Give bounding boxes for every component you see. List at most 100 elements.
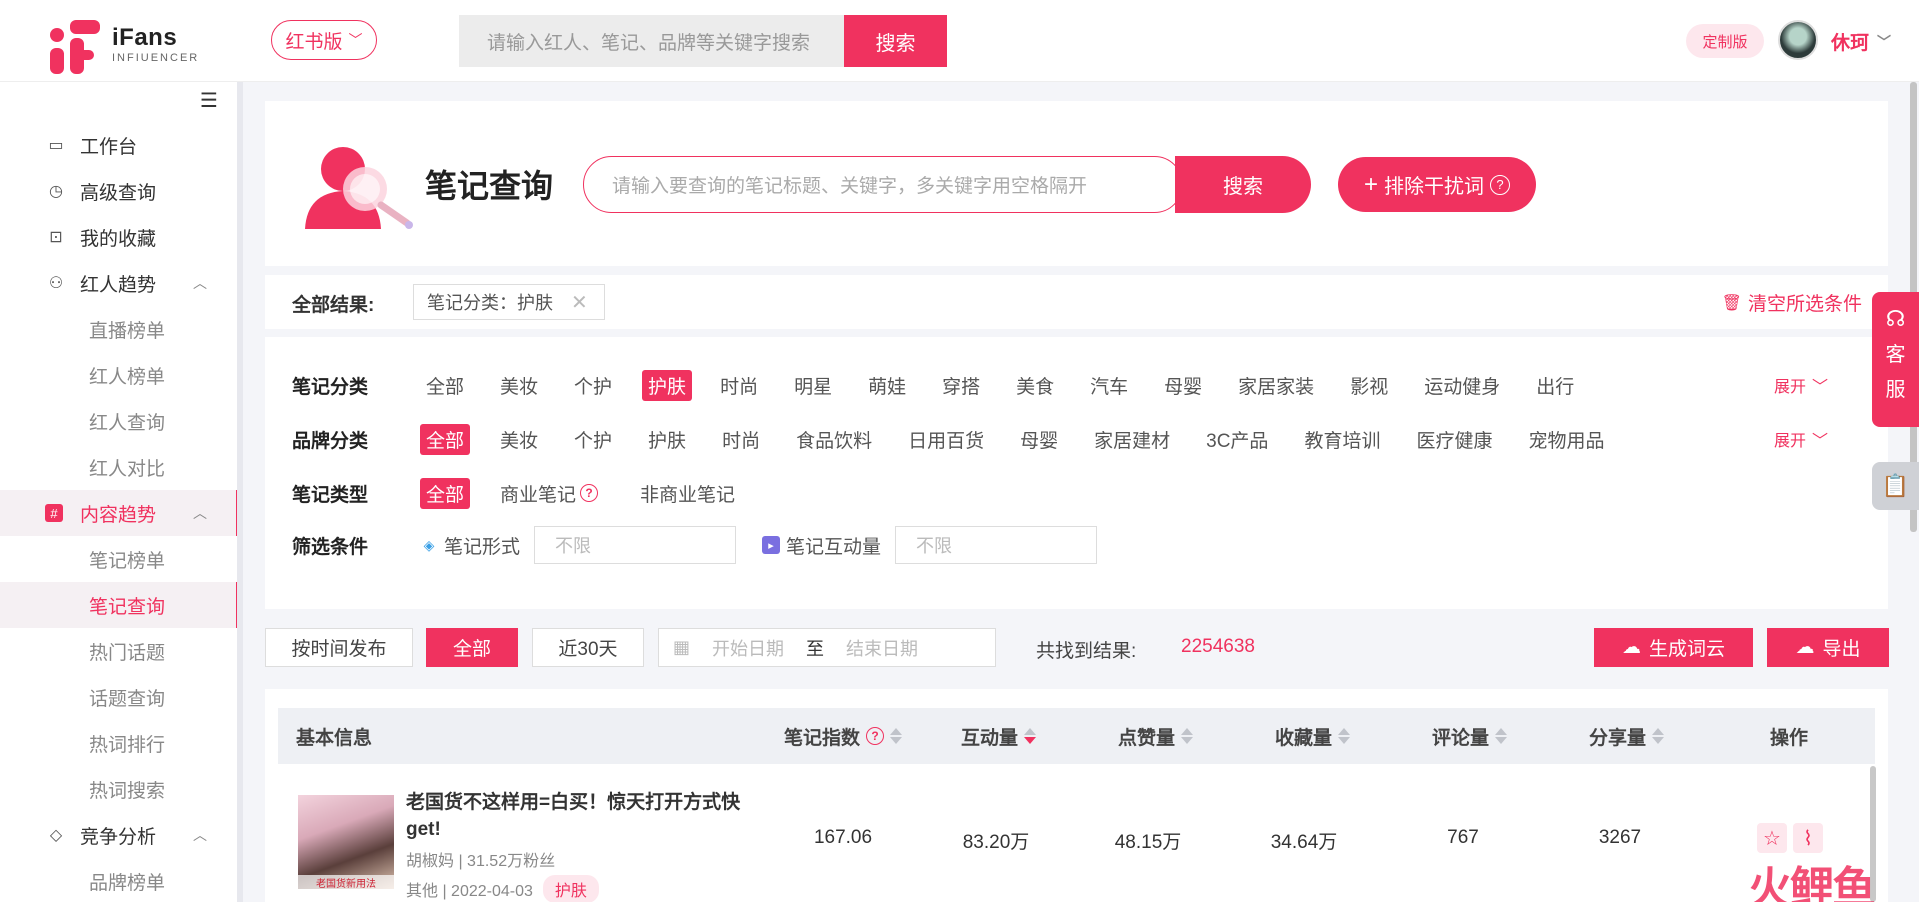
brand-category-option[interactable]: 教育培训 [1298,424,1386,455]
brand-category-option[interactable]: 日用百货 [902,424,990,455]
note-category-option[interactable]: 个护 [568,370,618,401]
note-category-option[interactable]: 家居家装 [1232,370,1320,401]
chevron-down-icon: ﹀ [1811,433,1828,450]
col-comments[interactable]: 评论量 [1432,708,1508,764]
brand-category-option[interactable]: 时尚 [716,424,766,455]
brand-category-option[interactable]: 母婴 [1014,424,1064,455]
sidebar-item-note-search[interactable]: 笔记查询 [0,582,239,628]
brand-category-option[interactable]: 全部 [420,423,471,455]
sort-icon[interactable] [1652,728,1665,744]
exclude-words-button[interactable]: + 排除干扰词 ? [1338,157,1536,212]
trend-icon[interactable]: ⌇ [1793,823,1823,853]
sidebar-item-influencer-search[interactable]: 红人查询 [0,398,237,444]
sidebar-item-content-trends[interactable]: # 内容趋势 ︿ [0,490,239,536]
date-range-picker[interactable]: ▦ 开始日期 至 结束日期 [658,628,996,667]
note-type-option[interactable]: 全部 [420,477,471,509]
note-category-option[interactable]: 影视 [1344,370,1394,401]
time-all-button[interactable]: 全部 [426,628,518,667]
note-category-option[interactable]: 汽车 [1084,370,1134,401]
brand-category-option[interactable]: 宠物用品 [1522,424,1610,455]
sidebar-item-influencer-trends[interactable]: ⚇ 红人趋势 ︿ [0,260,237,306]
end-date-input[interactable]: 结束日期 [846,635,918,661]
sort-icon[interactable] [1495,728,1508,744]
brand-category-option[interactable]: 3C产品 [1200,424,1274,455]
note-search-button[interactable]: 搜索 [1175,156,1311,213]
col-interactions[interactable]: 互动量 [961,708,1037,764]
clipboard-icon[interactable]: 📋 [1872,462,1919,510]
sort-icon[interactable] [1338,728,1351,744]
sort-icon[interactable] [1024,728,1037,744]
sidebar-item-hotword-search[interactable]: 热词搜索 [0,766,237,812]
sidebar-item-live-ranking[interactable]: 直播榜单 [0,306,237,352]
avatar[interactable] [1778,20,1818,60]
logo[interactable]: iFans INFIUENCER [50,20,199,74]
note-interaction-select[interactable]: 不限 [895,526,1098,564]
note-form-select[interactable]: 不限 [534,526,737,564]
note-author[interactable]: 胡椒妈 | 31.52万粉丝 [406,847,555,871]
generate-wordcloud-button[interactable]: ☁ 生成词云 [1594,628,1753,667]
brand-category-option[interactable]: 家居建材 [1088,424,1176,455]
expand-brand-category[interactable]: 展开 ﹀ [1774,427,1828,451]
user-menu[interactable]: 休珂 ﹀ [1831,28,1891,55]
brand-category-option[interactable]: 美妆 [494,424,544,455]
note-category-label: 笔记分类 [292,376,369,398]
publish-time-button[interactable]: 按时间发布 [265,628,413,667]
note-category-option[interactable]: 美食 [1010,370,1060,401]
star-icon[interactable]: ☆ [1757,823,1787,853]
start-date-input[interactable]: 开始日期 [712,635,784,661]
found-results-count: 2254638 [1181,636,1255,657]
close-icon[interactable]: ✕ [571,290,588,315]
col-shares[interactable]: 分享量 [1589,708,1665,764]
conditions-label: 筛选条件 [292,536,369,558]
sidebar-item-influencer-compare[interactable]: 红人对比 [0,444,237,490]
custom-version-badge[interactable]: 定制版 [1686,24,1764,58]
col-note-index[interactable]: 笔记指数 ? [784,708,903,764]
brand-category-option[interactable]: 护肤 [642,424,692,455]
sidebar-item-favorites[interactable]: ⊡ 我的收藏 [0,214,237,260]
sidebar-item-competition[interactable]: ◇ 竞争分析 ︿ [0,812,237,858]
note-type-option[interactable]: 非商业笔记 [634,478,741,509]
global-search-input[interactable]: 请输入红人、笔记、品牌等关键字搜索 [459,15,845,67]
expand-note-category[interactable]: 展开 ﹀ [1774,373,1828,397]
headset-icon: ☊ [1885,306,1906,331]
note-category-option[interactable]: 穿搭 [936,370,986,401]
table-row[interactable]: 老国货新用法 老国货不这样用=白买！惊天打开方式快get! 胡椒妈 | 31.5… [278,765,1875,902]
brand-category-option[interactable]: 个护 [568,424,618,455]
question-icon[interactable]: ? [580,484,599,502]
note-category-option[interactable]: 时尚 [714,370,764,401]
version-switch-button[interactable]: 红书版 ﹀ [271,20,377,60]
sidebar-item-note-ranking[interactable]: 笔记榜单 [0,536,237,582]
note-category-option[interactable]: 出行 [1530,370,1580,401]
brand-category-option[interactable]: 食品饮料 [790,424,878,455]
question-icon[interactable]: ? [866,727,885,745]
note-type-option[interactable]: 商业笔记 ? [494,478,604,509]
customer-service-button[interactable]: ☊ 客 服 [1872,292,1919,427]
sort-icon[interactable] [1181,728,1194,744]
filter-chip[interactable]: 笔记分类：护肤 ✕ [413,284,605,320]
note-category-option[interactable]: 美妆 [494,370,544,401]
col-likes[interactable]: 点赞量 [1118,708,1194,764]
brand-category-option[interactable]: 医疗健康 [1410,424,1498,455]
collapse-menu-icon[interactable]: ☰ [200,88,218,113]
note-category-option[interactable]: 全部 [420,370,470,401]
sidebar-item-workbench[interactable]: ▭ 工作台 [0,122,237,168]
note-search-input[interactable]: 请输入要查询的笔记标题、关键字，多关键字用空格隔开 [583,156,1183,213]
time-30days-button[interactable]: 近30天 [532,628,644,667]
sidebar-item-hotword-ranking[interactable]: 热词排行 [0,720,237,766]
note-category-option[interactable]: 运动健身 [1418,370,1506,401]
sidebar-item-brand-ranking[interactable]: 品牌榜单 [0,858,237,902]
sidebar-item-influencer-ranking[interactable]: 红人榜单 [0,352,237,398]
col-favorites[interactable]: 收藏量 [1275,708,1351,764]
note-category-option[interactable]: 护肤 [642,369,693,401]
sidebar-item-advanced-search[interactable]: ◷ 高级查询 [0,168,237,214]
note-category-option[interactable]: 萌娃 [862,370,912,401]
export-button[interactable]: ☁ 导出 [1767,628,1889,667]
note-category-option[interactable]: 母婴 [1158,370,1208,401]
global-search-button[interactable]: 搜索 [844,15,947,67]
sidebar-item-topic-search[interactable]: 话题查询 [0,674,237,720]
note-category-option[interactable]: 明星 [788,370,838,401]
sort-icon[interactable] [890,728,903,744]
note-title[interactable]: 老国货不这样用=白买！惊天打开方式快get! [406,789,766,843]
sidebar-item-hot-topics[interactable]: 热门话题 [0,628,237,674]
clear-conditions-button[interactable]: 🗑 清空所选条件 [1722,289,1862,316]
